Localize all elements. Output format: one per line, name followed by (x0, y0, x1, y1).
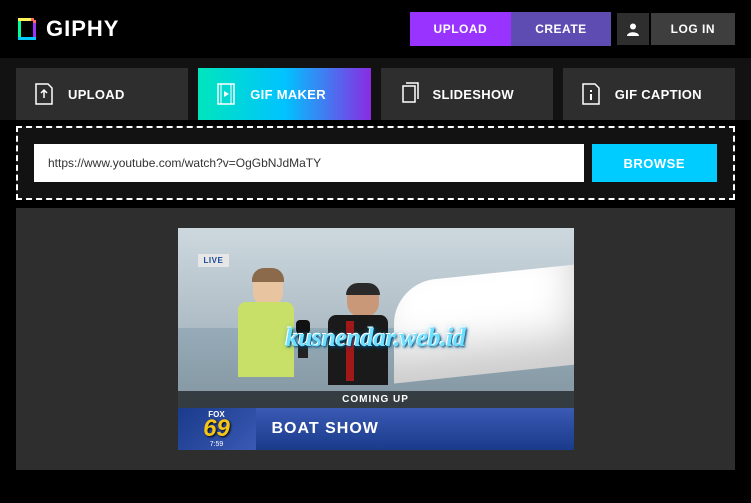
url-input-area: BROWSE (16, 126, 735, 200)
create-button[interactable]: CREATE (511, 12, 610, 46)
url-input[interactable] (34, 144, 584, 182)
headline-box: BOAT SHOW (256, 408, 574, 450)
video-preview: LIVE kusnendar.web.id COMING UP FOX 69 7… (178, 228, 574, 450)
upload-icon (34, 82, 54, 106)
lower-third: COMING UP FOX 69 7:59 BOAT SHOW (178, 391, 574, 450)
live-badge: LIVE (198, 254, 230, 267)
slideshow-icon (399, 82, 419, 106)
channel-box: FOX 69 7:59 (178, 408, 256, 450)
time-label: 7:59 (210, 441, 224, 448)
giphy-logo-icon (16, 16, 38, 42)
watermark: kusnendar.web.id (178, 323, 574, 353)
browse-button[interactable]: BROWSE (592, 144, 718, 182)
tabs: UPLOAD GIF MAKER SLIDESHOW GIF CAPTION (0, 58, 751, 120)
logo-text: GIPHY (46, 16, 119, 42)
tab-label: GIF MAKER (250, 87, 326, 102)
film-icon (216, 82, 236, 106)
header-buttons: UPLOAD CREATE (410, 12, 611, 46)
preview-area: LIVE kusnendar.web.id COMING UP FOX 69 7… (16, 208, 735, 470)
tab-upload[interactable]: UPLOAD (16, 68, 188, 120)
user-icon[interactable] (617, 13, 649, 45)
upload-button[interactable]: UPLOAD (410, 12, 512, 46)
tab-label: SLIDESHOW (433, 87, 514, 102)
tab-gif-caption[interactable]: GIF CAPTION (563, 68, 735, 120)
logo[interactable]: GIPHY (16, 16, 119, 42)
channel-number: 69 (203, 417, 230, 441)
tab-label: UPLOAD (68, 87, 125, 102)
tab-label: GIF CAPTION (615, 87, 702, 102)
tab-slideshow[interactable]: SLIDESHOW (381, 68, 553, 120)
headline: BOAT SHOW (272, 420, 379, 438)
caption-icon (581, 82, 601, 106)
login-button[interactable]: LOG IN (651, 13, 735, 45)
header: GIPHY UPLOAD CREATE LOG IN (0, 0, 751, 58)
coming-up-label: COMING UP (178, 391, 574, 408)
network-label: FOX (208, 410, 224, 419)
tab-gif-maker[interactable]: GIF MAKER (198, 68, 370, 120)
